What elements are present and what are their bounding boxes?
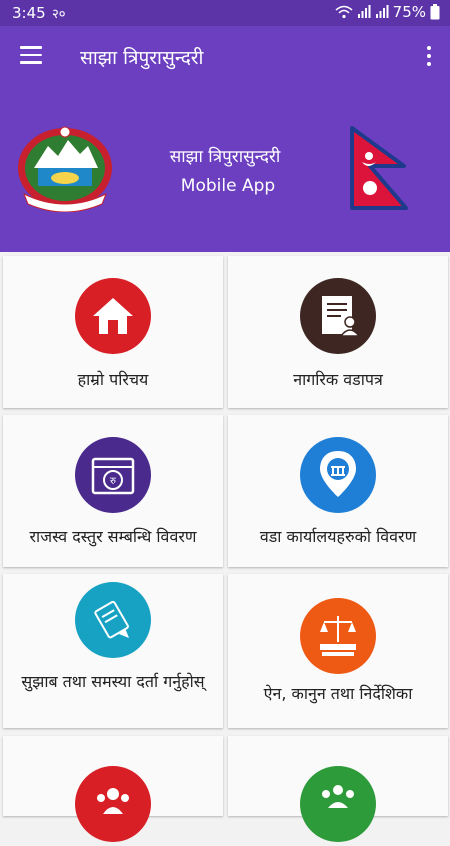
revenue-icon: रु: [75, 437, 151, 513]
header-title: साझा त्रिपुरासुन्दरी: [169, 147, 281, 167]
people-icon: [75, 766, 151, 842]
menu-tile-group[interactable]: [228, 736, 448, 842]
wifi-icon: [335, 5, 353, 19]
suggestion-icon: [75, 582, 151, 658]
notification-count: २०: [52, 7, 66, 22]
signal-icon: [357, 5, 371, 18]
header-banner: साझा त्रिपुरासुन्दरी Mobile App: [0, 88, 450, 252]
menu-tile-label: सुझाब तथा समस्या दर्ता गर्नुहोस्: [21, 672, 205, 691]
status-bar: 3:45 २० 75%: [0, 0, 450, 26]
app-title: साझा त्रिपुरासुन्दरी: [80, 47, 204, 69]
menu-tile-label: हाम्रो परिचय: [77, 370, 149, 389]
menu-tile-label: ऐन, कानुन तथा निर्देशिका: [263, 684, 413, 703]
nepal-emblem-icon: [18, 126, 112, 212]
menu-tile-label: वडा कार्यालयहरुको विवरण: [259, 527, 417, 546]
nepal-flag-icon: [350, 126, 408, 210]
menu-tile-citizen-charter[interactable]: नागरिक वडापत्र: [228, 256, 448, 408]
menu-tile-revenue[interactable]: रु राजस्व दस्तुर सम्बन्धि विवरण: [3, 415, 223, 567]
ward-office-location-icon: [300, 437, 376, 513]
menu-tile-label: राजस्व दस्तुर सम्बन्धि विवरण: [29, 527, 197, 546]
menu-tile-introduction[interactable]: हाम्रो परिचय: [3, 256, 223, 408]
signal-icon: [375, 5, 389, 18]
menu-tile-people[interactable]: [3, 736, 223, 842]
home-icon: [75, 278, 151, 354]
header-subtitle: Mobile App: [180, 176, 276, 196]
menu-icon[interactable]: [20, 46, 42, 64]
app-bar: साझा त्रिपुरासुन्दरी: [0, 26, 450, 88]
menu-tile-label: नागरिक वडापत्र: [293, 370, 383, 389]
law-icon: [300, 598, 376, 674]
battery-icon: [430, 4, 440, 20]
more-options-icon[interactable]: [426, 46, 432, 68]
battery-percent: 75%: [392, 3, 426, 21]
menu-tile-law[interactable]: ऐन, कानुन तथा निर्देशिका: [228, 574, 448, 728]
group-icon: [300, 766, 376, 842]
svg-text:रु: रु: [110, 476, 117, 487]
menu-tile-ward-offices[interactable]: वडा कार्यालयहरुको विवरण: [228, 415, 448, 567]
citizen-charter-icon: [300, 278, 376, 354]
menu-tile-suggestion[interactable]: सुझाब तथा समस्या दर्ता गर्नुहोस्: [3, 574, 223, 728]
status-time: 3:45: [12, 4, 46, 22]
